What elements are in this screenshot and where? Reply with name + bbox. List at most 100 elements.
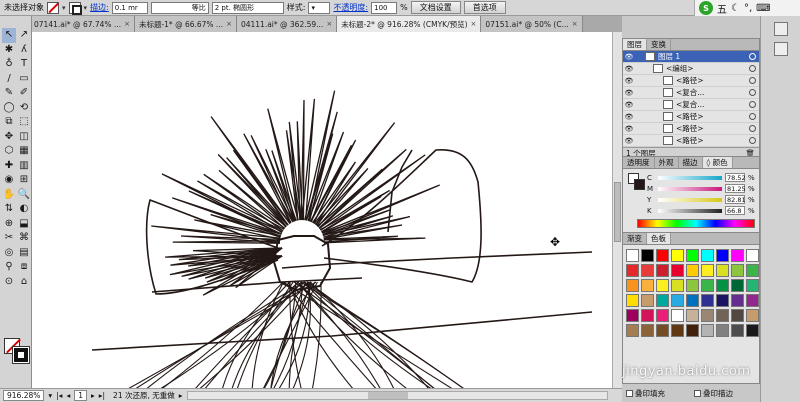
- color-swatch[interactable]: [656, 324, 669, 337]
- color-swatch[interactable]: [686, 309, 699, 322]
- target-circle-icon[interactable]: [749, 113, 756, 120]
- channel-value[interactable]: 82.81: [725, 195, 746, 204]
- close-icon[interactable]: ×: [471, 20, 477, 28]
- visibility-eye-icon[interactable]: 👁: [623, 101, 635, 109]
- tool-icon[interactable]: ⌂: [17, 275, 31, 290]
- tool-icon[interactable]: ⊙: [2, 275, 16, 290]
- overprint-fill-checkbox[interactable]: 叠印填充: [626, 388, 665, 399]
- tab-doc-2[interactable]: 未标题-1* @ 66.67% ... ×: [134, 16, 237, 32]
- tool-icon[interactable]: ✋: [2, 188, 16, 203]
- keyboard-icon[interactable]: ⌨: [756, 3, 770, 14]
- fill-dropdown-icon[interactable]: ▾: [62, 4, 66, 12]
- color-swatch[interactable]: [701, 324, 714, 337]
- color-swatch[interactable]: [626, 324, 639, 337]
- color-swatch[interactable]: [671, 309, 684, 322]
- color-swatch[interactable]: [731, 309, 744, 322]
- tool-icon[interactable]: ✎: [2, 86, 16, 101]
- color-swatch[interactable]: [626, 294, 639, 307]
- color-swatch[interactable]: [641, 249, 654, 262]
- tab-doc-5[interactable]: 07151.ai* @ 50% (C... ×: [481, 16, 583, 32]
- opacity-label[interactable]: 不透明度:: [333, 2, 368, 13]
- opacity-field[interactable]: 100: [371, 1, 398, 14]
- tool-icon[interactable]: ⬚: [17, 115, 31, 130]
- layer-row[interactable]: 👁 <路径>: [623, 135, 759, 147]
- visibility-eye-icon[interactable]: 👁: [623, 77, 635, 85]
- stroke-weight-field[interactable]: 0.1 mr: [111, 1, 148, 14]
- color-swatch[interactable]: [731, 294, 744, 307]
- tool-icon[interactable]: ✐: [17, 86, 31, 101]
- tab-swatches[interactable]: 色板: [647, 233, 671, 244]
- channel-value[interactable]: 66.8: [725, 206, 745, 215]
- target-circle-icon[interactable]: [749, 77, 756, 84]
- tab-doc-1[interactable]: 07141.ai* @ 67.74% ... ×: [30, 16, 135, 32]
- tool-icon[interactable]: ⬓: [17, 217, 31, 232]
- color-swatch[interactable]: [716, 279, 729, 292]
- page-field[interactable]: 1: [74, 390, 87, 401]
- zoom-dropdown-icon[interactable]: ▾: [48, 391, 52, 400]
- channel-slider[interactable]: [658, 197, 722, 202]
- tool-icon[interactable]: ✂: [2, 231, 16, 246]
- color-swatch[interactable]: [671, 264, 684, 277]
- color-swatch[interactable]: [701, 309, 714, 322]
- checkbox-box[interactable]: [694, 390, 701, 397]
- close-icon[interactable]: ×: [326, 20, 332, 28]
- color-swatch[interactable]: [746, 324, 759, 337]
- tab-doc-3[interactable]: 04111.ai* @ 362.59... ×: [236, 16, 338, 32]
- color-swatch[interactable]: [701, 279, 714, 292]
- overprint-stroke-checkbox[interactable]: 叠印描边: [694, 388, 733, 399]
- layer-row[interactable]: 👁 <路径>: [623, 75, 759, 87]
- visibility-eye-icon[interactable]: 👁: [623, 113, 635, 121]
- tool-icon[interactable]: ▥: [17, 159, 31, 174]
- channel-slider[interactable]: [658, 175, 722, 180]
- fill-stroke-indicator[interactable]: [4, 338, 30, 364]
- tool-icon[interactable]: ◐: [17, 202, 31, 217]
- tool-icon[interactable]: ◯: [2, 101, 16, 116]
- target-circle-icon[interactable]: [749, 101, 756, 108]
- document-setup-button[interactable]: 文档设置: [410, 1, 461, 14]
- tool-icon[interactable]: ♁: [2, 57, 16, 72]
- next-page-icon[interactable]: ▸: [91, 391, 95, 400]
- color-swatch[interactable]: [731, 264, 744, 277]
- color-swatch[interactable]: [656, 294, 669, 307]
- color-swatch[interactable]: [626, 309, 639, 322]
- color-swatch[interactable]: [746, 294, 759, 307]
- tool-icon[interactable]: ⬡: [2, 144, 16, 159]
- color-swatch[interactable]: [656, 309, 669, 322]
- color-swatch[interactable]: [671, 294, 684, 307]
- channel-slider[interactable]: [658, 208, 722, 213]
- tool-icon[interactable]: ⊕: [2, 217, 16, 232]
- tool-icon[interactable]: ✚: [2, 159, 16, 174]
- checkbox-box[interactable]: [626, 390, 633, 397]
- tab-stroke[interactable]: 描边: [679, 157, 703, 168]
- color-swatch[interactable]: [746, 249, 759, 262]
- tab-doc-4[interactable]: 未标题-2* @ 916.28% (CMYK/预览) ×: [337, 16, 482, 32]
- tool-icon[interactable]: /: [2, 72, 16, 87]
- punctuation-icon[interactable]: °,: [744, 3, 752, 14]
- channel-value[interactable]: 78.52: [725, 173, 746, 182]
- tool-icon[interactable]: ▦: [17, 144, 31, 159]
- color-swatch[interactable]: [716, 309, 729, 322]
- zoom-field[interactable]: 916.28%: [3, 390, 45, 401]
- color-swatch[interactable]: [701, 264, 714, 277]
- color-swatch[interactable]: [716, 324, 729, 337]
- panel-icon[interactable]: [773, 42, 788, 56]
- tool-icon[interactable]: ▭: [17, 72, 31, 87]
- color-swatch[interactable]: [626, 249, 639, 262]
- color-swatch[interactable]: [641, 309, 654, 322]
- panel-icon[interactable]: [773, 22, 788, 36]
- color-swatch[interactable]: [671, 324, 684, 337]
- color-swatch[interactable]: [746, 279, 759, 292]
- artboard-canvas[interactable]: ✥: [32, 32, 612, 388]
- visibility-eye-icon[interactable]: 👁: [623, 125, 635, 133]
- tool-icon[interactable]: ⊞: [17, 173, 31, 188]
- color-swatch[interactable]: [716, 294, 729, 307]
- tool-icon[interactable]: T: [17, 57, 31, 72]
- color-swatch[interactable]: [746, 309, 759, 322]
- tool-icon[interactable]: 🔍: [17, 188, 31, 203]
- preferences-button[interactable]: 首选项: [463, 1, 506, 14]
- color-swatch[interactable]: [686, 324, 699, 337]
- color-swatch[interactable]: [671, 279, 684, 292]
- tab-appearance[interactable]: 外观: [655, 157, 679, 168]
- target-circle-icon[interactable]: [749, 65, 756, 72]
- color-swatch[interactable]: [671, 249, 684, 262]
